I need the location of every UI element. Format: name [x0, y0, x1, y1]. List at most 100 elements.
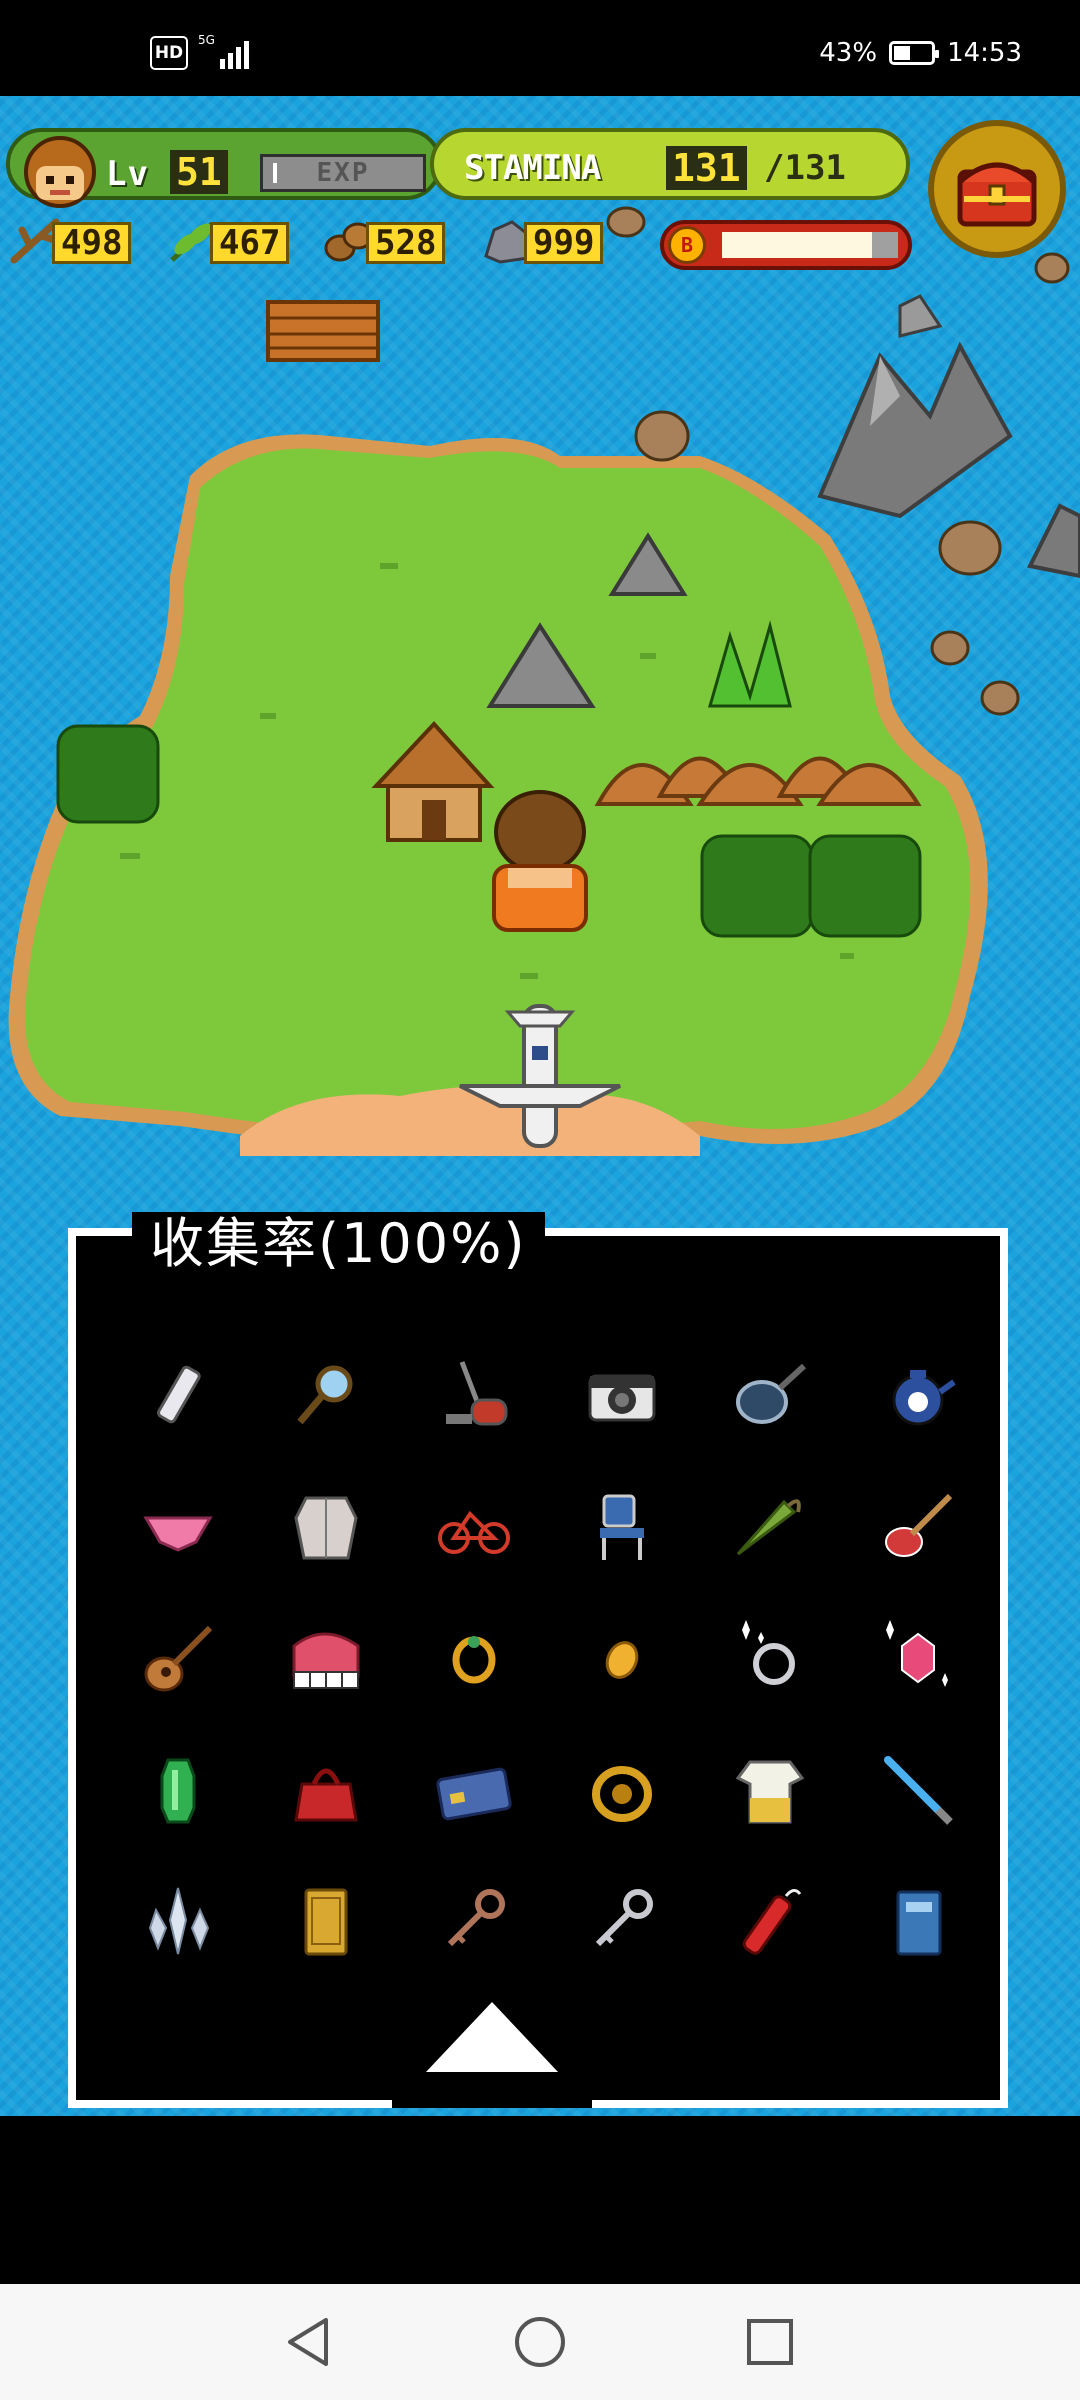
- gold-coin-icon: [605, 1641, 639, 1679]
- acoustic-guitar-icon: [144, 1625, 213, 1692]
- stamina-label: STAMINA: [464, 148, 601, 188]
- game-map[interactable]: Lv 51 EXP STAMINA 131 /131 498 467 528 9…: [0, 96, 1080, 2116]
- resource-branch: 498: [8, 216, 158, 266]
- dirt-mounds: [594, 756, 922, 806]
- status-bar: HD 5G 43% 14:53: [0, 0, 1080, 96]
- collection-item[interactable]: [252, 1724, 400, 1856]
- fur-coat-icon: [294, 1496, 358, 1560]
- hd-badge: HD: [150, 36, 188, 70]
- network-type-label: 5G: [198, 33, 215, 47]
- collection-item[interactable]: [400, 1592, 548, 1724]
- collection-item[interactable]: [104, 1592, 252, 1724]
- collection-item[interactable]: [696, 1592, 844, 1724]
- collection-item[interactable]: [548, 1724, 696, 1856]
- boost-meter[interactable]: B: [660, 220, 912, 270]
- collection-item[interactable]: [548, 1460, 696, 1592]
- exp-bar: EXP: [260, 154, 426, 192]
- boost-track: [722, 232, 898, 258]
- triangle-up-icon[interactable]: [422, 2000, 562, 2074]
- battery-percent: 43%: [819, 38, 878, 68]
- collection-item[interactable]: [400, 1328, 548, 1460]
- collection-item[interactable]: [696, 1856, 844, 1988]
- handbag-icon: [294, 1768, 358, 1822]
- gold-ring-icon: [452, 1636, 496, 1684]
- collection-item[interactable]: [104, 1460, 252, 1592]
- collection-panel: 收集率(100%): [68, 1212, 1008, 2108]
- stamina-max: /131: [764, 148, 846, 188]
- teapot-icon: [892, 1370, 956, 1426]
- collection-item[interactable]: [844, 1328, 992, 1460]
- collection-item[interactable]: [400, 1460, 548, 1592]
- hud-top: Lv 51 EXP STAMINA 131 /131: [0, 120, 1080, 258]
- nuts-count: 528: [366, 222, 446, 264]
- resource-nuts: 528: [322, 216, 472, 266]
- hud-resources: 498 467 528 999 B: [0, 216, 1080, 276]
- exp-label: EXP: [316, 158, 370, 188]
- collection-item[interactable]: [400, 1724, 548, 1856]
- ruby-gem-icon: [886, 1620, 948, 1687]
- collection-item[interactable]: [844, 1724, 992, 1856]
- collection-item[interactable]: [252, 1328, 400, 1460]
- collection-item[interactable]: [696, 1328, 844, 1460]
- collection-title: 收集率(100%): [132, 1212, 545, 1276]
- recents-square-icon[interactable]: [740, 2312, 800, 2372]
- player-avatar-icon: [24, 136, 96, 208]
- leaf-count: 467: [210, 222, 290, 264]
- bicycle-icon: [438, 1510, 510, 1554]
- status-right: 43% 14:53: [819, 38, 1022, 68]
- bronze-key-icon: [447, 1889, 505, 1947]
- collection-item[interactable]: [252, 1856, 400, 1988]
- back-triangle-icon[interactable]: [280, 2312, 340, 2372]
- collection-item[interactable]: [252, 1592, 400, 1724]
- emerald-gem-icon: [160, 1758, 196, 1824]
- home-circle-icon[interactable]: [510, 2312, 570, 2372]
- collection-item[interactable]: [844, 1856, 992, 1988]
- clock: 14:53: [947, 38, 1022, 68]
- collection-item[interactable]: [696, 1724, 844, 1856]
- boost-coin-icon: B: [668, 226, 706, 264]
- crystal-icon: [148, 1887, 210, 1955]
- cellphone-icon: [157, 1365, 201, 1424]
- collection-item[interactable]: [548, 1856, 696, 1988]
- umbrella-icon: [736, 1499, 801, 1556]
- collection-item[interactable]: [252, 1460, 400, 1592]
- silver-key-icon: [595, 1889, 653, 1947]
- collection-item[interactable]: [844, 1460, 992, 1592]
- lightsaber-icon: [884, 1756, 953, 1825]
- wooden-dock: [266, 300, 380, 362]
- player-character: [492, 790, 588, 932]
- underwear-icon: [143, 1516, 213, 1552]
- credit-card-icon: [436, 1767, 512, 1821]
- resource-stone: 999: [480, 216, 630, 266]
- t-shirt-icon: [735, 1760, 805, 1824]
- collection-item[interactable]: [548, 1328, 696, 1460]
- item-grid: [104, 1328, 992, 1988]
- dynamite-icon: [742, 1889, 802, 1955]
- electric-guitar-icon: [885, 1493, 953, 1557]
- vacuum-cleaner-icon: [446, 1361, 508, 1426]
- golden-book-icon: [304, 1888, 348, 1956]
- stamina-current: 131: [666, 146, 747, 190]
- collection-item[interactable]: [104, 1328, 252, 1460]
- status-left: HD 5G: [150, 33, 249, 70]
- resource-leaf: 467: [166, 216, 316, 266]
- stamina-panel[interactable]: STAMINA 131 /131: [430, 128, 910, 200]
- branch-count: 498: [52, 222, 132, 264]
- magnifying-glass-icon: [297, 1365, 353, 1425]
- signal-strength-icon: 5G: [198, 33, 249, 69]
- camera-icon: [588, 1374, 656, 1422]
- gold-bracelet-icon: [592, 1766, 652, 1822]
- scroll-tab-gap: [392, 2088, 592, 2108]
- collection-item[interactable]: [548, 1592, 696, 1724]
- stone-count: 999: [524, 222, 604, 264]
- collection-item[interactable]: [696, 1460, 844, 1592]
- collection-item[interactable]: [400, 1856, 548, 1988]
- collection-item[interactable]: [844, 1592, 992, 1724]
- collection-item[interactable]: [104, 1724, 252, 1856]
- folding-chair-icon: [600, 1494, 644, 1560]
- system-nav-bar: [0, 2284, 1080, 2400]
- frying-pan-icon: [736, 1363, 807, 1424]
- collection-item[interactable]: [104, 1856, 252, 1988]
- battery-icon: [889, 41, 940, 65]
- level-panel[interactable]: Lv 51 EXP: [6, 128, 442, 208]
